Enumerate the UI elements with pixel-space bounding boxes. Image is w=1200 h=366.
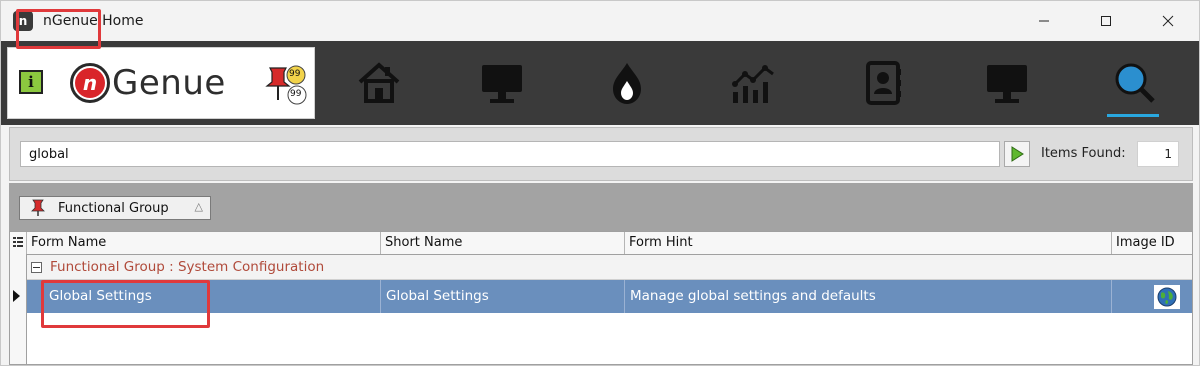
group-by-panel: Functional Group △ xyxy=(9,183,1193,231)
group-row-label: Functional Group : System Configuration xyxy=(50,259,325,275)
minimize-icon xyxy=(1039,20,1049,22)
group-row[interactable]: Functional Group : System Configuration xyxy=(27,255,1192,280)
search-nav-button[interactable] xyxy=(1103,53,1163,117)
column-chooser-icon xyxy=(13,237,23,247)
maximize-button[interactable] xyxy=(1075,1,1137,41)
column-header-form-hint[interactable]: Form Hint xyxy=(625,232,1112,254)
search-panel: Items Found: 1 xyxy=(9,127,1193,181)
home-icon xyxy=(358,62,400,103)
pushpin-icon xyxy=(31,199,45,216)
ngenue-logo: n Genue xyxy=(70,60,250,106)
current-row-indicator-icon xyxy=(13,290,20,302)
flame-icon xyxy=(613,63,641,104)
cell-form-hint[interactable]: Manage global settings and defaults xyxy=(625,280,1112,313)
nav-icon-bar xyxy=(313,41,1199,125)
main-toolbar: i n Genue 99 99 xyxy=(1,41,1199,125)
cell-image-id[interactable] xyxy=(1154,285,1180,309)
logo-n-letter: n xyxy=(75,68,105,98)
pinned-forms-button[interactable]: 99 99 xyxy=(264,62,308,108)
minimize-button[interactable] xyxy=(1013,1,1075,41)
monitor-icon xyxy=(482,65,522,103)
window-controls xyxy=(1013,1,1199,41)
logo-n-mark: n xyxy=(70,63,110,103)
logo-text: Genue xyxy=(112,63,226,103)
monitor-nav-button-2[interactable] xyxy=(977,53,1037,113)
grid-header: Form Name Short Name Form Hint Image ID xyxy=(10,232,1192,255)
contacts-nav-button[interactable] xyxy=(853,53,913,113)
column-header-short-name[interactable]: Short Name xyxy=(381,232,625,254)
group-by-chip[interactable]: Functional Group △ xyxy=(19,196,211,220)
search-highlight-box xyxy=(16,9,101,49)
column-header-form-name[interactable]: Form Name xyxy=(27,232,381,254)
maximize-icon xyxy=(1101,16,1111,26)
pushpin-badge-icon xyxy=(265,65,307,105)
column-chooser-button[interactable] xyxy=(10,232,27,254)
monitor-nav-button[interactable] xyxy=(472,53,532,113)
contacts-icon xyxy=(866,61,901,105)
search-icon xyxy=(1115,63,1155,103)
analytics-icon xyxy=(732,65,774,103)
globe-icon xyxy=(1157,287,1177,307)
brand-panel: i n Genue 99 99 xyxy=(7,47,315,119)
search-input[interactable] xyxy=(20,141,1000,167)
items-found-label: Items Found: xyxy=(1041,146,1126,161)
app-window: n nGenue Home i n Genue 99 99 global Ite… xyxy=(0,0,1200,366)
home-nav-button[interactable] xyxy=(349,53,409,113)
monitor-icon xyxy=(987,65,1027,103)
row-highlight-box xyxy=(41,280,210,328)
pinned-count-bottom: 99 xyxy=(290,89,302,99)
close-button[interactable] xyxy=(1137,1,1199,41)
title-bar: n nGenue Home xyxy=(1,1,1199,41)
analytics-nav-button[interactable] xyxy=(723,53,783,113)
info-button[interactable]: i xyxy=(19,70,43,94)
column-header-image-id[interactable]: Image ID xyxy=(1112,232,1192,254)
run-search-button[interactable] xyxy=(1004,141,1030,167)
row-indicator-column xyxy=(10,254,27,364)
group-by-label: Functional Group xyxy=(58,200,169,216)
close-icon xyxy=(1162,15,1174,27)
items-found-count: 1 xyxy=(1137,141,1179,167)
play-icon xyxy=(1011,146,1024,162)
gas-nav-button[interactable] xyxy=(597,53,657,113)
pinned-count-top: 99 xyxy=(289,69,301,79)
sort-ascending-icon[interactable]: △ xyxy=(195,200,203,213)
cell-short-name[interactable]: Global Settings xyxy=(381,280,625,313)
collapse-group-icon[interactable] xyxy=(31,261,42,273)
